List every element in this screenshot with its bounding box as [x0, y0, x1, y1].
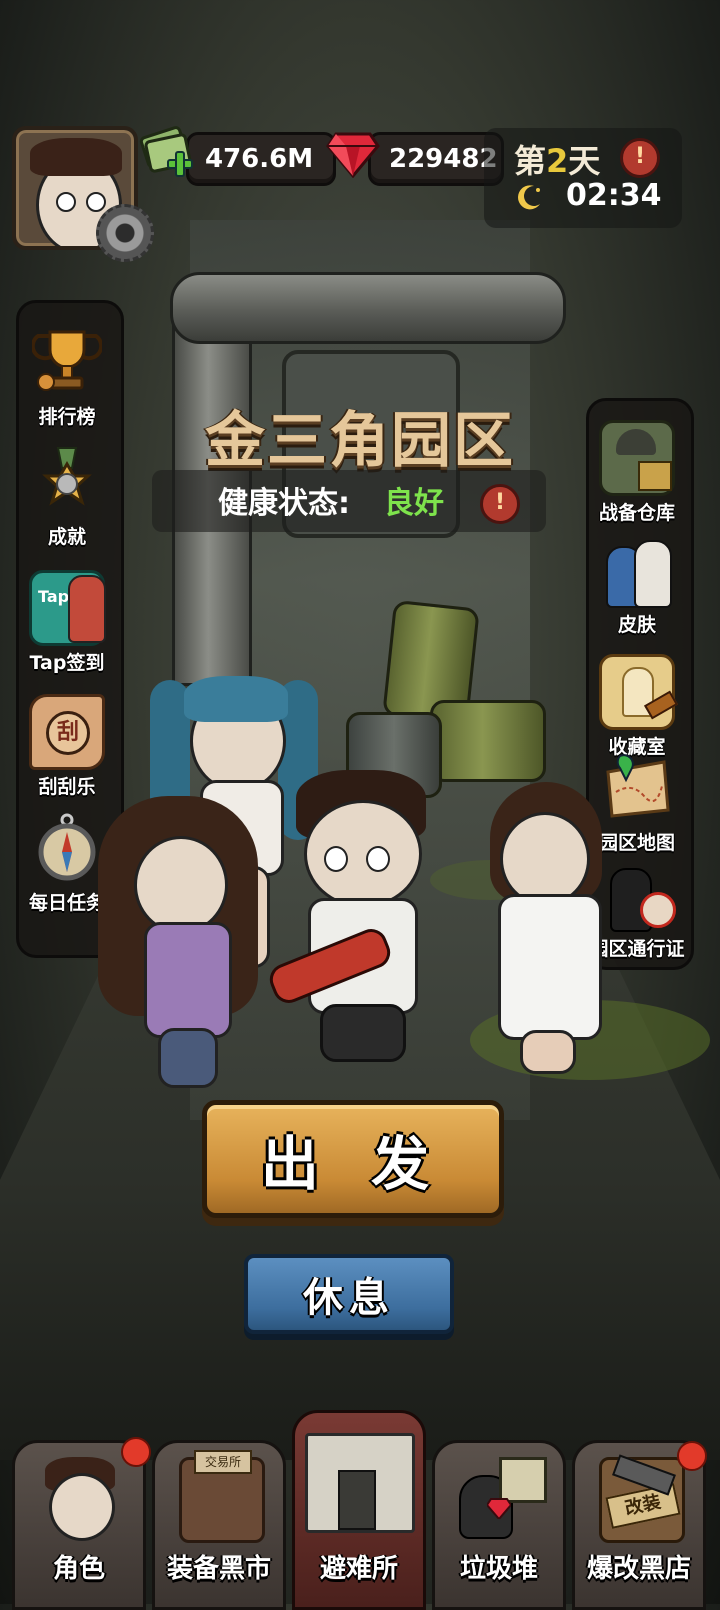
cash-counter: 476.6M	[186, 132, 336, 186]
nav-black-market[interactable]: 交易所 装备黑市	[152, 1440, 286, 1610]
health-status-label: 健康状态:	[218, 486, 350, 521]
pass-badge	[640, 892, 676, 928]
health-status-value: 良好	[384, 486, 444, 521]
skin-label: 皮肤	[617, 614, 656, 636]
collection-button[interactable]: 收藏室	[582, 654, 692, 759]
ruby-gem-icon[interactable]	[326, 130, 380, 178]
day-prefix: 第	[514, 142, 547, 180]
skin-char-b	[634, 540, 672, 608]
nav-character[interactable]: 角色	[12, 1437, 151, 1610]
cash-add-icon[interactable]	[138, 126, 198, 182]
nav-character-label: 角色	[52, 1554, 105, 1584]
day-number: 2	[546, 142, 569, 180]
doctor-eye	[324, 846, 348, 872]
day-counter: 第2天	[514, 136, 600, 182]
tap-checkin-label: Tap签到	[29, 652, 105, 674]
blue-girl-bangs	[184, 676, 288, 722]
doctor-eye	[366, 846, 390, 872]
skin-icon	[602, 538, 672, 608]
clock-time: 02:34	[566, 178, 662, 213]
health-alert-icon[interactable]: !	[480, 484, 520, 524]
compass-icon	[38, 813, 96, 881]
apron-girl-face	[134, 836, 228, 934]
rest-button[interactable]: 休息	[244, 1254, 454, 1334]
tap-badge-text: Tap	[38, 587, 70, 606]
scratch-badge: 刮	[46, 711, 90, 755]
nav-shelter[interactable]: 避难所	[292, 1410, 426, 1610]
character-nurse-woman[interactable]	[476, 782, 616, 1074]
depart-button[interactable]: 出 发	[202, 1100, 504, 1218]
junk-gem-icon	[487, 1498, 511, 1519]
tap-checkin-icon: Tap	[29, 570, 106, 646]
trophy-icon	[30, 330, 104, 391]
collection-icon	[599, 654, 678, 730]
horizontal-pipe	[170, 272, 566, 344]
scratch-card-icon: 刮	[29, 694, 105, 770]
moon-icon	[518, 185, 540, 210]
day-suffix: 天	[568, 142, 601, 180]
nav-junk-pile-label: 垃圾堆	[459, 1554, 538, 1584]
shelter-door	[338, 1470, 376, 1530]
nav-char-face	[49, 1473, 115, 1541]
character-apron-girl[interactable]	[98, 796, 268, 1088]
market-sign: 交易所	[194, 1450, 252, 1474]
armory-label: 战备仓库	[598, 502, 675, 524]
nurse-face	[500, 812, 590, 906]
tap-checkin-button[interactable]: Tap Tap签到	[12, 570, 122, 675]
bottom-navigation: 角色 交易所 装备黑市 避难所 垃圾堆 改装 爆改黑店	[0, 1410, 720, 1610]
nav-shelter-label: 避难所	[319, 1554, 398, 1584]
nurse-coat	[498, 894, 602, 1040]
nav-mod-shop-label: 爆改黑店	[586, 1554, 691, 1584]
character-icon	[39, 1457, 119, 1541]
notification-dot	[121, 1437, 151, 1467]
nav-black-market-label: 装备黑市	[166, 1554, 271, 1584]
scratch-card-button[interactable]: 刮 刮刮乐	[12, 694, 122, 799]
mod-shop-icon: 改装	[599, 1454, 685, 1543]
scratch-card-label: 刮刮乐	[38, 776, 96, 798]
notification-dot	[677, 1441, 707, 1471]
skin-button[interactable]: 皮肤	[582, 538, 692, 637]
avatar-eye	[86, 192, 106, 212]
nav-mod-shop[interactable]: 改装 爆改黑店	[572, 1440, 707, 1610]
doctor-pants	[320, 1004, 406, 1062]
checkin-character	[68, 575, 106, 643]
location-title: 金三角园区	[205, 406, 515, 476]
black-market-icon: 交易所	[179, 1450, 265, 1543]
achievements-label: 成就	[47, 526, 86, 548]
shelter-icon	[305, 1433, 415, 1533]
gem-value: 229482	[389, 144, 498, 174]
junk-pile-icon	[459, 1457, 547, 1539]
nurse-legs	[520, 1030, 576, 1074]
settings-gear-icon[interactable]	[96, 204, 154, 262]
apron-girl-jeans	[158, 1028, 218, 1088]
nav-junk-pile[interactable]: 垃圾堆	[432, 1440, 566, 1610]
doctor-face	[304, 800, 422, 908]
avatar-eye	[56, 192, 76, 212]
avatar-hair	[30, 138, 122, 176]
day-alert-icon[interactable]: !	[620, 138, 660, 178]
character-doctor-player[interactable]	[265, 770, 448, 1062]
purple-apron	[144, 922, 232, 1038]
cash-value: 476.6M	[205, 144, 314, 174]
